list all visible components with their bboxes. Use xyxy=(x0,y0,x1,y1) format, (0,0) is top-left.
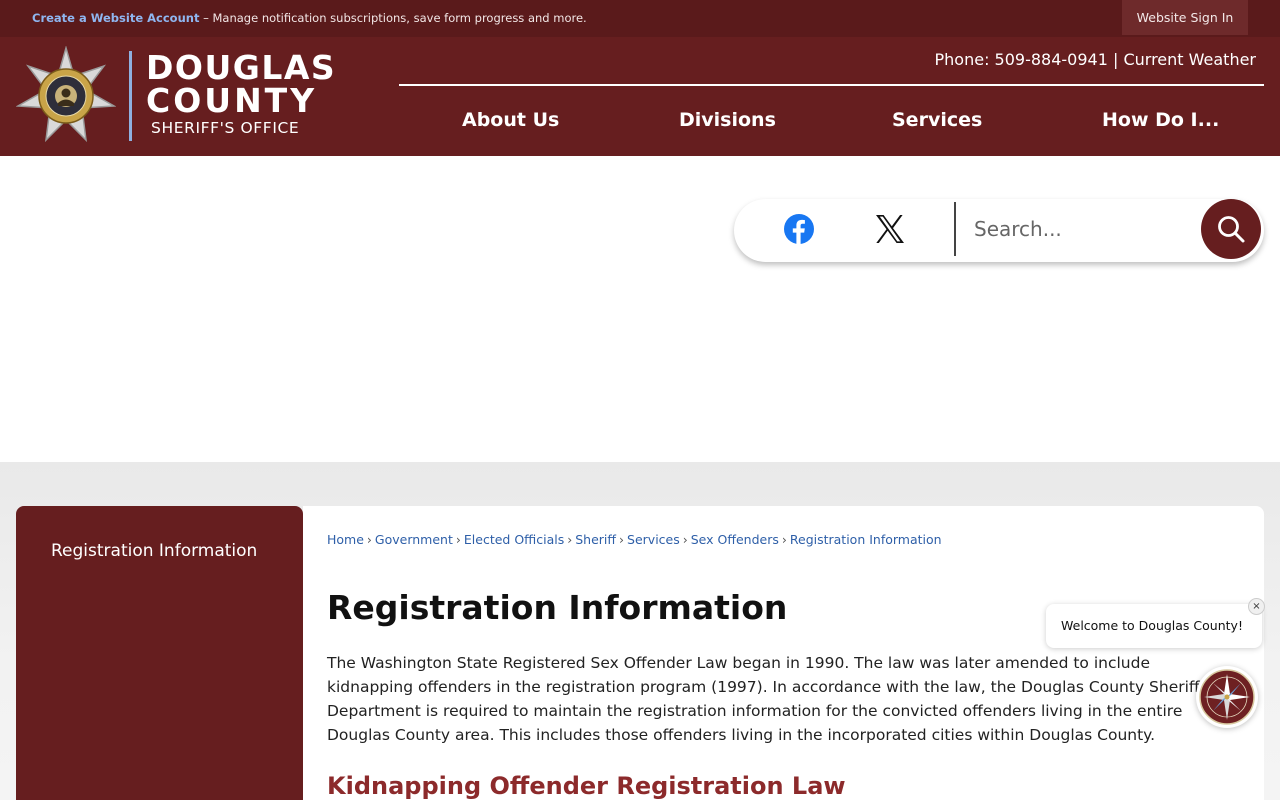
breadcrumb-registration-information[interactable]: Registration Information xyxy=(790,532,942,547)
nav-divisions[interactable]: Divisions xyxy=(679,109,776,131)
contact-info: Phone: 509-884-0941 | Current Weather xyxy=(935,50,1257,69)
breadcrumb-government[interactable]: Government xyxy=(375,532,453,547)
breadcrumb-sheriff[interactable]: Sheriff xyxy=(575,532,616,547)
chat-close-button[interactable]: × xyxy=(1248,598,1265,615)
chat-welcome-text: Welcome to Douglas County! xyxy=(1061,618,1243,633)
logo-divider xyxy=(129,51,132,141)
current-weather-link[interactable]: Current Weather xyxy=(1123,50,1256,69)
search-button[interactable] xyxy=(1201,199,1261,259)
logo-subtitle[interactable]: SHERIFF'S OFFICE xyxy=(151,119,299,137)
chat-launcher-button[interactable] xyxy=(1196,666,1258,728)
intro-paragraph: The Washington State Registered Sex Offe… xyxy=(327,654,1212,744)
sheriff-star-icon[interactable] xyxy=(16,46,116,146)
breadcrumb-sex-offenders[interactable]: Sex Offenders xyxy=(691,532,779,547)
content-card: Home › Government › Elected Officials › Sherif… xyxy=(303,506,1264,800)
section-heading: Kidnapping Offender Registration Law xyxy=(327,772,846,800)
logo-title-line2[interactable]: COUNTY xyxy=(146,84,317,117)
account-message: Create a Website Account – Manage notifi… xyxy=(32,11,587,25)
chat-welcome-bubble[interactable]: Welcome to Douglas County! xyxy=(1046,604,1262,648)
account-message-text: – Manage notification subscriptions, sav… xyxy=(199,11,587,25)
search-divider xyxy=(954,202,956,256)
search-input[interactable] xyxy=(974,209,1194,249)
logo-title-line1[interactable]: DOUGLAS xyxy=(146,51,336,84)
facebook-icon[interactable] xyxy=(783,213,815,245)
sidebar-nav: Registration Information xyxy=(16,506,303,800)
nav-how-do-i[interactable]: How Do I... xyxy=(1102,109,1219,131)
nav-about-us[interactable]: About Us xyxy=(462,109,559,131)
x-icon[interactable] xyxy=(874,213,906,245)
website-sign-in-button[interactable]: Website Sign In xyxy=(1122,0,1248,35)
utility-bar: Create a Website Account – Manage notifi… xyxy=(0,0,1280,37)
phone-link[interactable]: Phone: 509-884-0941 xyxy=(935,50,1108,69)
breadcrumb: Home › Government › Elected Officials › Sherif… xyxy=(327,532,942,547)
search-icon xyxy=(1218,216,1245,243)
nav-services[interactable]: Services xyxy=(892,109,982,131)
compass-icon xyxy=(1199,669,1255,725)
contact-separator: | xyxy=(1107,50,1124,69)
site-header: DOUGLAS COUNTY SHERIFF'S OFFICE Phone: 5… xyxy=(0,37,1280,156)
page-title: Registration Information xyxy=(327,588,788,627)
sidebar-item-registration-information[interactable]: Registration Information xyxy=(51,541,257,561)
search-social-bar xyxy=(734,199,1264,262)
breadcrumb-home[interactable]: Home xyxy=(327,532,364,547)
create-account-link[interactable]: Create a Website Account xyxy=(32,11,199,25)
breadcrumb-elected-officials[interactable]: Elected Officials xyxy=(464,532,564,547)
nav-divider xyxy=(399,84,1264,86)
breadcrumb-services[interactable]: Services xyxy=(627,532,680,547)
